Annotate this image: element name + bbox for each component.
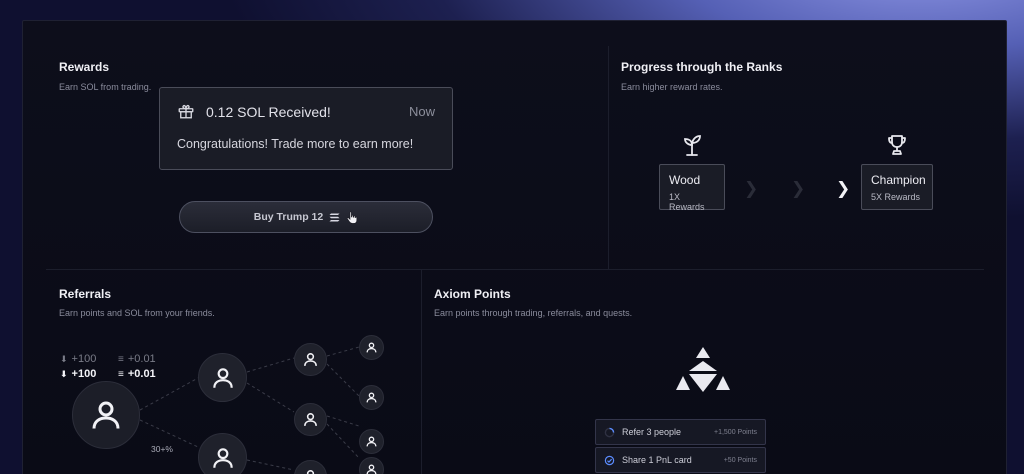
check-circle-icon [604, 455, 615, 465]
user-icon [306, 470, 315, 474]
quest-label: Refer 3 people [622, 427, 682, 437]
quest-points: +50 Points [723, 456, 757, 464]
quest-item[interactable]: Refer 3 people +1,500 Points [595, 419, 766, 445]
quest-item[interactable]: Share 1 PnL card +50 Points [595, 447, 766, 473]
axiom-logo-icon [676, 347, 730, 392]
avatar-root [72, 381, 140, 449]
user-icon [304, 413, 317, 426]
user-icon [366, 342, 377, 353]
user-icon [212, 367, 233, 388]
axiom-points-title: Axiom Points [434, 287, 511, 301]
avatar-level1 [198, 353, 247, 402]
user-icon [212, 447, 233, 468]
progress-ring-icon [604, 427, 615, 437]
avatar-level1 [198, 433, 247, 474]
quest-points: +1,500 Points [713, 428, 757, 436]
user-icon [366, 436, 377, 447]
user-icon [92, 401, 120, 429]
user-icon [304, 353, 317, 366]
quest-label: Share 1 PnL card [622, 455, 692, 465]
avatar-level2 [294, 343, 327, 376]
avatar-level3 [359, 385, 384, 410]
referral-tier-tag: 30+% [151, 444, 173, 454]
user-icon [366, 464, 377, 474]
avatar-level3 [359, 335, 384, 360]
avatar-level2 [294, 403, 327, 436]
user-icon [366, 392, 377, 403]
referral-tree-connectors [139, 346, 360, 471]
axiom-points-subtitle: Earn points through trading, referrals, … [434, 308, 633, 318]
avatar-level3 [359, 429, 384, 454]
